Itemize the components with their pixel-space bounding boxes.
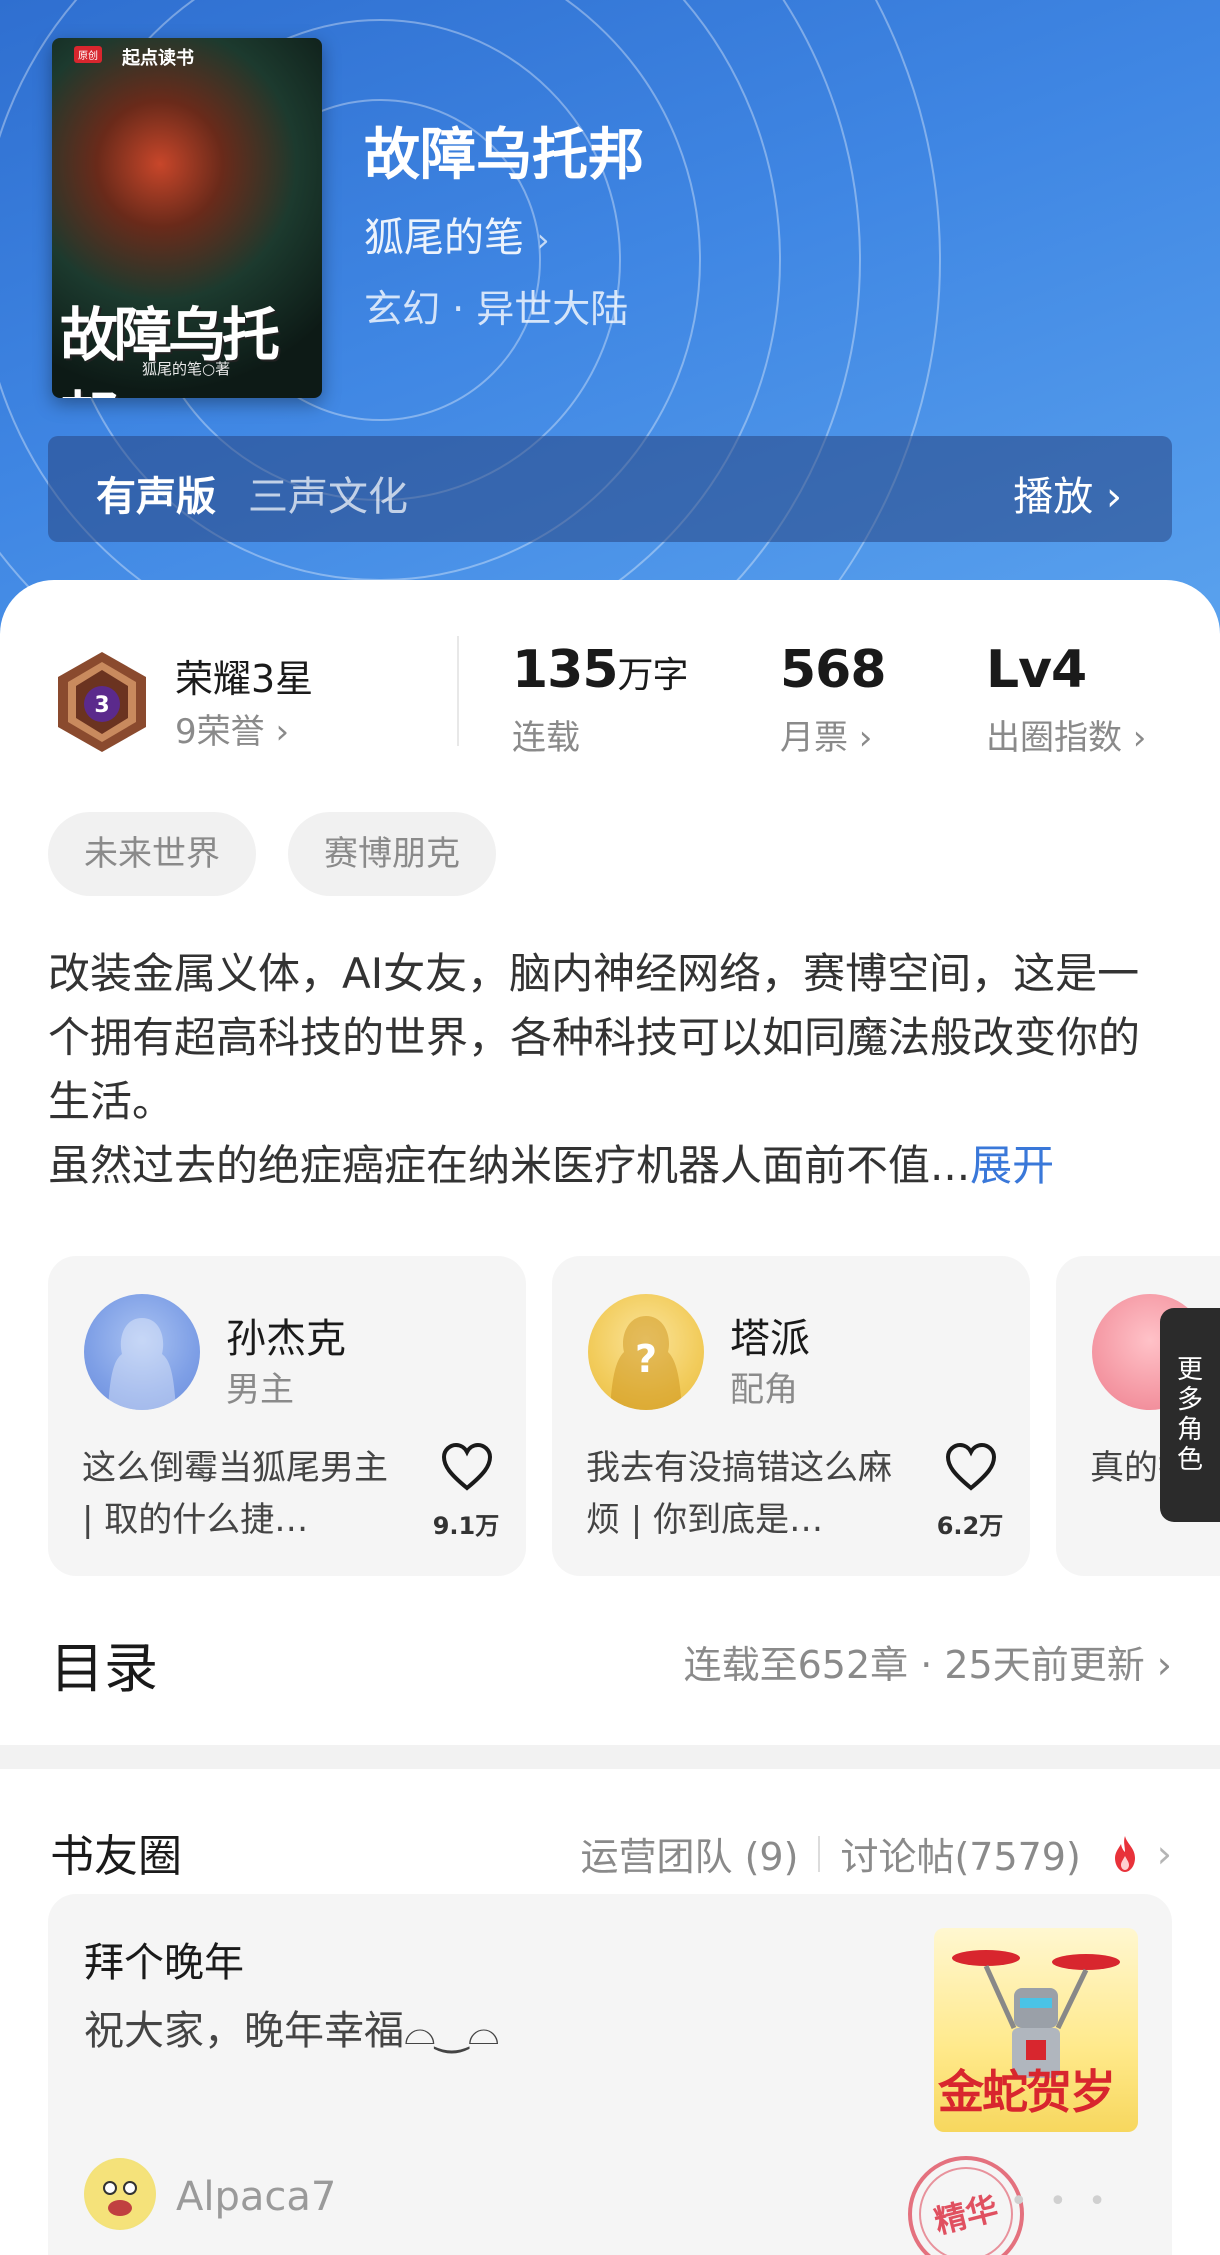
book-genre: 玄幻 · 异世大陆 xyxy=(364,287,629,331)
post-body: 祝大家，晚年幸福⌓‿⌓ xyxy=(84,2008,500,2054)
character-quote: 这么倒霉当狐尾男主 | 取的什么捷… xyxy=(82,1448,388,1540)
stat-label: 月票 › xyxy=(780,718,873,758)
toc-title[interactable]: 目录 xyxy=(50,1624,158,1703)
tag-chip[interactable]: 未来世界 xyxy=(48,812,256,896)
audio-version-bar[interactable]: 有声版 三声文化 播放 › xyxy=(48,436,1172,542)
user-name[interactable]: Alpaca7 xyxy=(176,2174,336,2220)
toc-update-info[interactable]: 连载至652章 · 25天前更新 › xyxy=(684,1634,1172,1689)
post-image[interactable]: 金蛇贺岁 xyxy=(934,1928,1138,2132)
cover-author-line: 狐尾的笔○著 xyxy=(142,360,231,378)
more-options-icon[interactable]: • • • xyxy=(1010,2184,1112,2219)
reader-circle-meta[interactable]: 运营团队 (9) 讨论帖(7579) › xyxy=(581,1826,1172,1881)
operation-team-link[interactable]: 运营团队 (9) xyxy=(581,1826,799,1881)
chevron-right-icon: › xyxy=(1156,1831,1172,1876)
honor-medal-icon[interactable]: 3 xyxy=(54,650,150,754)
cover-brand: 起点读书 xyxy=(122,48,194,69)
avatar-silhouette-icon xyxy=(108,1318,176,1410)
more-characters-button[interactable]: 更多角色 xyxy=(1160,1308,1220,1522)
post-title: 拜个晚年 xyxy=(84,1940,244,1986)
fire-icon xyxy=(1114,1835,1135,1872)
book-header: 原创 起点读书 故障乌托邦 狐尾的笔○著 故障乌托邦 狐尾的笔 › 玄幻 · 异… xyxy=(0,0,1220,640)
character-quote: 我去有没搞错这么麻烦 | 你到底是… xyxy=(586,1448,892,1540)
reader-circle-title[interactable]: 书友圈 xyxy=(50,1820,182,1884)
medal-level: 3 xyxy=(94,693,109,718)
avatar-face-icon xyxy=(86,2160,154,2228)
character-avatar xyxy=(84,1294,200,1410)
character-card[interactable]: ? 塔派 配角 我去有没搞错这么麻烦 | 你到底是… 6.2万 xyxy=(552,1256,1030,1576)
discussion-posts-link[interactable]: 讨论帖(7579) xyxy=(840,1826,1080,1881)
character-avatar: ? xyxy=(588,1294,704,1410)
avatar-unknown-icon: ? xyxy=(610,1316,682,1410)
post-image-text: 金蛇贺岁 xyxy=(938,2065,1116,2119)
character-name: 塔派 xyxy=(730,1316,810,1362)
cover-brand-tag: 原创 xyxy=(74,46,102,63)
like-count: 9.1万 xyxy=(432,1512,500,1540)
character-name: 孙杰克 xyxy=(226,1316,346,1362)
post-card[interactable]: 拜个晚年 祝大家，晚年幸福⌓‿⌓ 金蛇贺岁 Alpaca7 精华 • • • xyxy=(48,1894,1172,2255)
divider xyxy=(818,1835,821,1872)
expand-link[interactable]: 展开 xyxy=(970,1141,1054,1190)
tag-chip[interactable]: 赛博朋克 xyxy=(288,812,496,896)
author-name: 狐尾的笔 xyxy=(364,215,524,261)
stat-monthly-votes[interactable]: 568 月票 › xyxy=(780,640,887,759)
chevron-right-icon: › xyxy=(536,221,550,259)
stat-value: 135 xyxy=(512,640,619,700)
user-avatar[interactable] xyxy=(84,2158,156,2230)
audio-label: 有声版 xyxy=(96,474,216,520)
section-separator xyxy=(0,1745,1220,1769)
like-count: 6.2万 xyxy=(936,1512,1004,1540)
stat-label: 出圈指数 › xyxy=(986,718,1147,758)
book-title: 故障乌托邦 xyxy=(364,122,644,188)
book-detail-panel: 3 荣耀3星 9荣誉 › 135万字 连载 568 月票 › Lv4 出圈指数 … xyxy=(0,580,1220,1750)
book-cover[interactable]: 原创 起点读书 故障乌托邦 狐尾的笔○著 xyxy=(52,38,322,398)
stat-popularity-index[interactable]: Lv4 出圈指数 › xyxy=(986,640,1146,759)
divider xyxy=(457,636,459,746)
stat-label: 连载 xyxy=(512,718,580,758)
honor-link[interactable]: 9荣誉 › xyxy=(175,704,289,753)
stat-value: 568 xyxy=(780,640,887,700)
stamp-text: 精华 xyxy=(931,2189,1002,2241)
svg-text:?: ? xyxy=(635,1337,657,1381)
character-role: 配角 xyxy=(730,1370,798,1410)
character-role: 男主 xyxy=(226,1370,294,1410)
stat-unit: 万字 xyxy=(617,655,689,696)
book-description[interactable]: 改装金属义体，AI女友，脑内神经网络，赛博空间，这是一个拥有超高科技的世界，各种… xyxy=(48,942,1178,1198)
character-cards: 孙杰克 男主 这么倒霉当狐尾男主 | 取的什么捷… 9.1万 ? 塔派 配角 我… xyxy=(0,1256,1220,1576)
author-link[interactable]: 狐尾的笔 › xyxy=(364,205,550,263)
cover-title-art: 故障乌托邦 xyxy=(60,301,280,398)
heart-icon[interactable] xyxy=(944,1442,998,1492)
heart-icon[interactable] xyxy=(440,1442,494,1492)
character-card[interactable]: 孙杰克 男主 这么倒霉当狐尾男主 | 取的什么捷… 9.1万 xyxy=(48,1256,526,1576)
audio-studio: 三声文化 xyxy=(248,474,408,520)
honor-title: 荣耀3星 xyxy=(175,657,314,701)
stat-value: Lv4 xyxy=(986,640,1087,700)
play-button[interactable]: 播放 › xyxy=(1013,464,1122,522)
stat-word-count: 135万字 连载 xyxy=(512,640,689,759)
